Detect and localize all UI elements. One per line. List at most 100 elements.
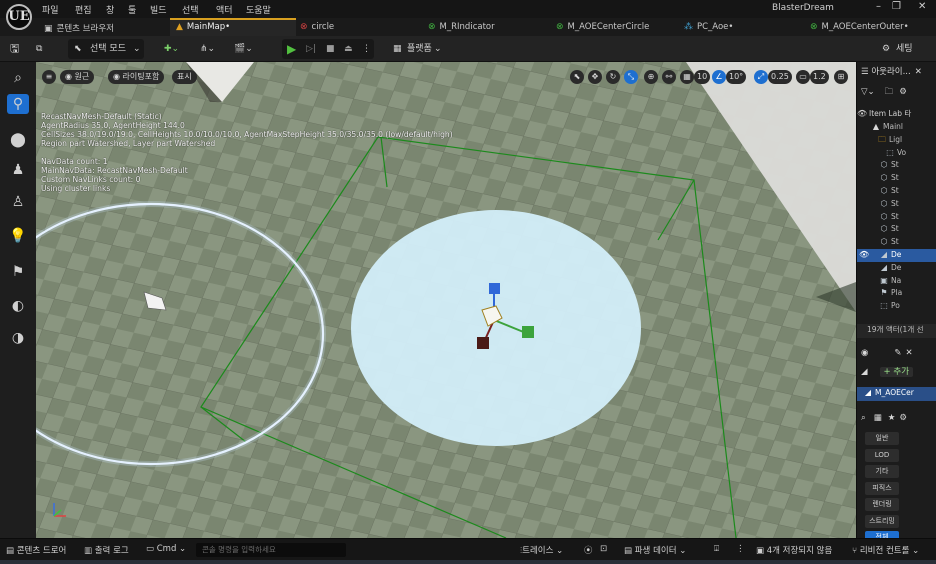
unreal-logo-icon[interactable]: UE (6, 4, 32, 30)
eye-icon[interactable]: 👁 (857, 108, 867, 120)
outliner-row[interactable]: ⬡ St (857, 198, 936, 211)
trace-dropdown[interactable]: ⫶트레이스 ⌄ (520, 544, 563, 556)
outliner-row[interactable]: ▣ Na (857, 275, 936, 288)
outliner-row[interactable]: ⚑ Pla (857, 287, 936, 300)
perspective-dropdown[interactable]: ◉ 원근 (60, 70, 95, 84)
menu-build[interactable]: 빌드 (150, 3, 167, 16)
sphere-icon[interactable]: ◑ (7, 328, 29, 348)
category-button[interactable]: 전체 (865, 531, 899, 538)
menu-window[interactable]: 창 (106, 3, 114, 16)
menu-file[interactable]: 파일 (42, 3, 59, 16)
outliner-tab[interactable]: ☰ 아웃라이... ✕ (857, 64, 936, 80)
viewport-menu-icon[interactable]: ≡ (42, 70, 56, 84)
outliner-row[interactable]: ⬡ St (857, 236, 936, 249)
rotation-snap-value[interactable]: 10° (726, 70, 747, 84)
screenshot-icon[interactable]: ⊡ (600, 544, 607, 554)
platforms-icon[interactable]: ▦ (393, 40, 402, 58)
outliner-row[interactable]: ⬡ St (857, 185, 936, 198)
show-dropdown[interactable]: 표시 (172, 70, 197, 84)
advance-frame-icon[interactable]: ▷| (306, 40, 316, 58)
category-button[interactable]: LOD (865, 448, 899, 462)
outliner-row[interactable]: ▲ Mainl (857, 121, 936, 134)
close-icon[interactable]: ✕ (915, 67, 922, 77)
restore-icon[interactable]: ❐ (892, 1, 901, 12)
search-icon[interactable]: ⌕ (7, 68, 29, 88)
close-window-icon[interactable]: ✕ (918, 1, 926, 12)
maximize-viewport-icon[interactable]: ⊞ (834, 70, 848, 84)
flag-icon[interactable]: ⚑ (7, 262, 29, 282)
category-button[interactable]: 일반 (865, 432, 899, 445)
grid-view-icon[interactable]: ▦ (874, 413, 882, 423)
eject-icon[interactable]: ⏏ (344, 40, 353, 58)
grid-size-value[interactable]: 10 (694, 70, 711, 84)
bulb-icon[interactable]: 💡 (7, 226, 29, 246)
derived-data-dropdown[interactable]: ▤ 파생 데이터 ⌄ (624, 544, 686, 556)
tab-content-browser[interactable]: ▣ 콘텐츠 브라우저 (44, 18, 164, 36)
select-tool-icon[interactable]: ⬉ (570, 70, 584, 84)
volume-icon[interactable]: ◐ (7, 296, 29, 316)
details-tab[interactable]: ◉ ✎ ✕ (857, 345, 936, 361)
revision-control-dropdown[interactable]: ⑂ 리비전 컨트롤 ⌄ (852, 544, 919, 556)
menu-edit[interactable]: 편집 (75, 3, 92, 16)
outliner-row[interactable]: 🗀 Ligl (857, 134, 936, 147)
settings-label[interactable]: 세팅 (896, 40, 913, 58)
rotate-tool-icon[interactable]: ↻ (606, 70, 620, 84)
add-content-icon[interactable]: ✚⌄ (164, 40, 179, 58)
pawn-actor-icon[interactable]: ♙ (7, 192, 29, 212)
output-log-button[interactable]: ▥ 출력 로그 (84, 544, 129, 556)
more-icon[interactable]: ⋮ (736, 544, 745, 554)
lighting-dropdown[interactable]: ◉ 라이팅포함 (108, 70, 165, 84)
outliner-row[interactable]: ⬡ St (857, 211, 936, 224)
gizmo-y-handle[interactable] (522, 326, 534, 338)
cinematics-icon[interactable]: 🎬⌄ (234, 40, 253, 58)
category-button[interactable]: 렌더링 (865, 498, 899, 511)
record-icon[interactable]: ⦿ (584, 544, 593, 556)
character-actor-icon[interactable]: ♟ (7, 160, 29, 180)
outliner-root-row[interactable]: 👁 Item Lab 타 (857, 108, 936, 121)
tab-m-aoecentercircle[interactable]: ⊗ M_AOECenterCircle (556, 18, 676, 36)
source-control-icon[interactable]: ⍗ (714, 544, 719, 554)
translate-tool-icon[interactable]: ✥ (588, 70, 602, 84)
tab-m-rindicator[interactable]: ⊗ M_RIndicator (428, 18, 548, 36)
tab-pc-aoe[interactable]: ⁂ PC_Aoe• (684, 18, 804, 36)
tab-mainmap[interactable]: ▲ MainMap• (170, 18, 296, 36)
gizmo-x-handle[interactable] (477, 337, 489, 349)
place-actors-icon[interactable]: ⚲ (7, 94, 29, 114)
scale-snap-icon[interactable]: ⤢ (754, 70, 768, 84)
scale-snap-value[interactable]: 0.25 (768, 70, 792, 84)
pin-icon[interactable]: ✎ (894, 348, 901, 358)
outliner-row[interactable]: ⬚ Vo (857, 147, 936, 160)
outliner-row[interactable]: ⬚ Po (857, 300, 936, 313)
gear-icon[interactable]: ⚙ (882, 40, 890, 58)
gear-icon[interactable]: ⚙ (899, 413, 907, 423)
gizmo-z-handle[interactable] (489, 283, 500, 294)
surface-snap-icon[interactable]: ⚯ (662, 70, 676, 84)
gear-icon[interactable]: ⚙ (899, 87, 907, 97)
eye-icon[interactable]: 👁 (859, 249, 869, 261)
save-icon[interactable]: 🖫 (10, 40, 19, 58)
menu-tools[interactable]: 툴 (128, 3, 136, 16)
category-button[interactable]: 피직스 (865, 481, 899, 495)
category-button[interactable]: 기타 (865, 465, 899, 478)
category-button[interactable]: 스트리밍 (865, 514, 899, 528)
outliner-row[interactable]: ⬡ St (857, 159, 936, 172)
scale-tool-icon[interactable]: ⤡ (624, 70, 638, 84)
favorite-icon[interactable]: ★ (888, 413, 896, 423)
play-icon[interactable]: ▶ (287, 40, 296, 58)
unsaved-button[interactable]: ▣ 4개 저장되지 않음 (756, 544, 832, 556)
grid-snap-icon[interactable]: ▦ (680, 70, 694, 84)
world-local-icon[interactable]: ⊕ (644, 70, 658, 84)
stop-icon[interactable]: ■ (326, 40, 335, 58)
console-input[interactable]: 콘솔 명령을 입력하세요 (196, 543, 346, 557)
rotation-snap-icon[interactable]: ∠ (712, 70, 726, 84)
outliner-row[interactable]: 👁 ◢ De (857, 249, 936, 262)
tab-circle[interactable]: ⊗ circle (300, 18, 410, 36)
platforms-label[interactable]: 플랫폼 (407, 40, 432, 58)
menu-help[interactable]: 도움말 (246, 3, 271, 16)
more-options-icon[interactable]: ⋮ (362, 40, 371, 58)
add-folder-icon[interactable]: 🗀 (885, 87, 894, 97)
outliner-row[interactable]: ◢ De (857, 262, 936, 275)
browse-icon[interactable]: ⧉ (36, 40, 42, 58)
outliner-row[interactable]: ⬡ St (857, 172, 936, 185)
filter-icon[interactable]: ▽⌄ (861, 87, 875, 97)
